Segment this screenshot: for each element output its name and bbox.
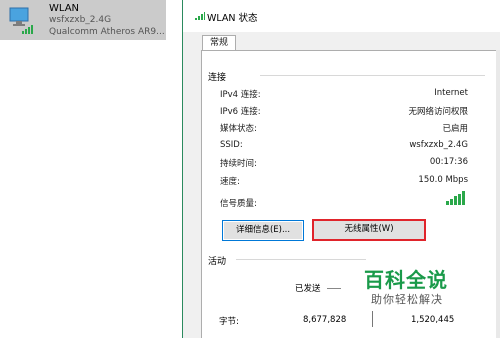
ipv4-value: Internet [434,88,468,98]
speed-label: 速度: [220,177,240,187]
watermark-slogan: 助你轻松解决 [371,293,443,306]
activity-group-divider [236,259,366,260]
signal-bar [446,201,449,205]
ssid-value: wsfxzxb_2.4G [409,140,468,150]
connection-group-divider [260,75,485,76]
signal-strength-icon [446,191,468,205]
speed-value: 150.0 Mbps [418,175,468,185]
watermark-brand: 百科全说 [364,268,448,292]
ssid-label: SSID: [220,140,243,150]
bytes-label: 字节: [219,317,239,327]
signal-quality-label: 信号质量: [220,199,257,209]
signal-bar [454,196,457,205]
signal-bar [450,199,453,205]
signal-title-icon [195,12,205,23]
network-name: WLAN [49,3,80,14]
wifi-monitor-icon [9,5,33,35]
network-tile-wlan[interactable]: WLAN wsfxzxb_2.4G Qualcomm Atheros AR9..… [0,0,166,40]
panel-scroll-edge [496,50,500,338]
duration-value: 00:17:36 [429,157,468,167]
network-adapter: Qualcomm Atheros AR9... [49,27,165,37]
media-state-value: 已启用 [442,124,468,134]
signal-bar [458,194,461,205]
bytes-divider [372,311,373,327]
sent-label: 已发送 [295,284,321,294]
network-ssid: wsfxzxb_2.4G [49,15,112,25]
sent-dash [327,288,341,289]
signal-bar [462,191,465,205]
tab-bar: 常规 [195,32,500,52]
dialog-titlebar[interactable]: WLAN 状态 [183,0,500,32]
bytes-sent-value: 8,677,828 [303,315,347,325]
ipv4-label: IPv4 连接: [220,90,261,100]
bytes-received-value: 1,520,445 [411,315,455,325]
dialog-title: WLAN 状态 [207,13,258,24]
ipv6-label: IPv6 连接: [220,107,261,117]
ipv6-value: 无网络访问权限 [408,107,468,117]
connection-group-label: 连接 [208,73,227,83]
wireless-properties-button[interactable]: 无线属性(W) [312,219,426,241]
media-state-label: 媒体状态: [220,124,257,134]
activity-group-label: 活动 [208,257,227,267]
duration-label: 持续时间: [220,159,257,169]
details-button[interactable]: 详细信息(E)... [222,220,304,241]
